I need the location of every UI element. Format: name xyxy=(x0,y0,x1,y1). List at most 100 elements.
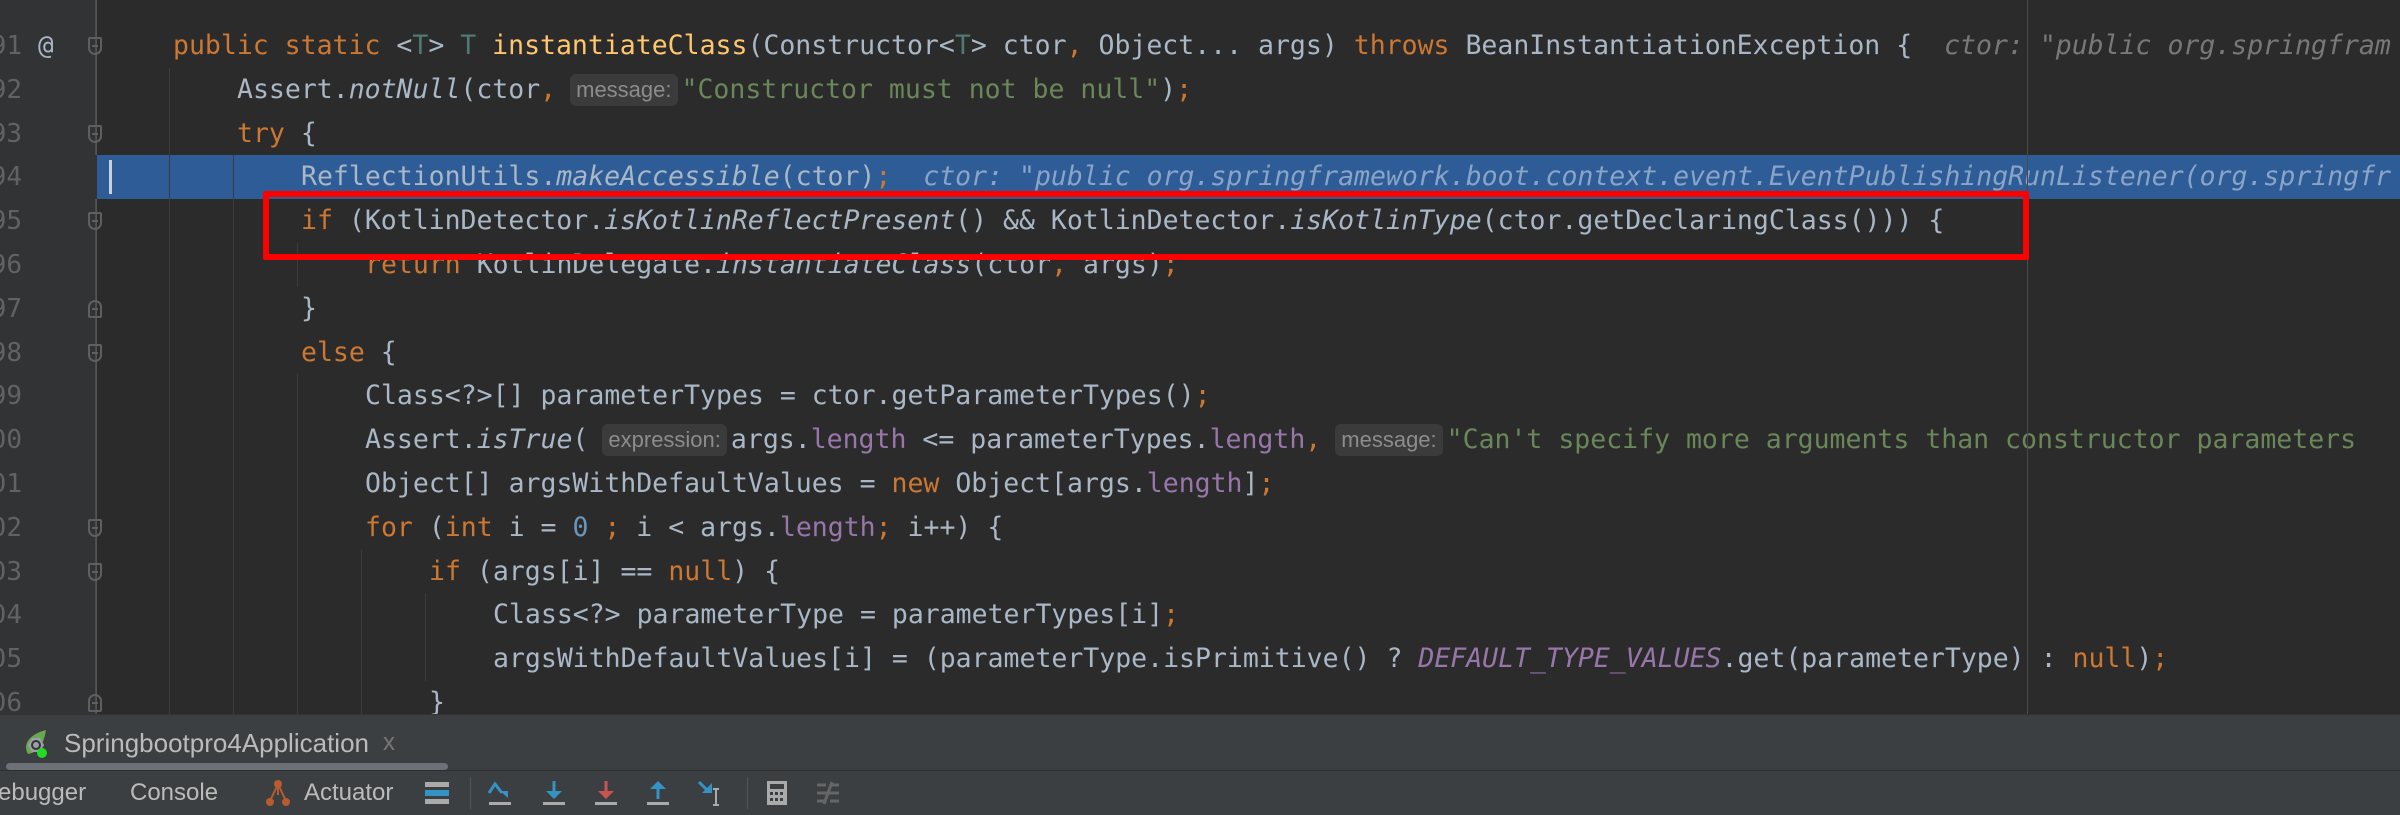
step-out-icon[interactable] xyxy=(644,779,672,807)
tab-console[interactable]: Console xyxy=(130,771,218,815)
code-line[interactable]: 105 argsWithDefaultValues[i] = (parameter… xyxy=(0,637,2400,682)
actuator-icon xyxy=(266,780,290,806)
fold-toggle-icon[interactable] xyxy=(88,212,102,231)
line-number[interactable]: 94 xyxy=(0,155,22,199)
code-line[interactable]: 100 Assert.isTrue(expression:args.length … xyxy=(0,418,2400,463)
code-text[interactable]: argsWithDefaultValues[i] = (parameterTyp… xyxy=(493,637,2168,681)
override-annotation-icon[interactable]: @ xyxy=(38,24,54,68)
fold-toggle-icon[interactable] xyxy=(88,694,102,712)
code-line[interactable]: 92 Assert.notNull(ctor, message:"Construct… xyxy=(0,67,2400,112)
spring-boot-icon xyxy=(26,730,47,758)
fold-toggle-icon[interactable] xyxy=(88,343,102,362)
run-to-cursor-icon[interactable] xyxy=(696,779,724,807)
line-number[interactable]: 99 xyxy=(0,374,22,418)
fold-toggle-icon[interactable] xyxy=(88,124,102,143)
code-text[interactable]: Assert.notNull(ctor, message: "Constructor… xyxy=(237,68,1192,112)
code-line[interactable]: 98 else { xyxy=(0,330,2400,375)
indent-guide xyxy=(297,418,298,463)
indent-guide xyxy=(169,418,170,463)
tab-scrollbar[interactable] xyxy=(6,763,448,770)
force-step-into-icon[interactable] xyxy=(592,779,620,807)
code-token: Assert. xyxy=(237,73,349,105)
line-number[interactable]: 98 xyxy=(0,331,22,375)
code-text[interactable]: public static <T> T instantiateClass(Con… xyxy=(173,24,2391,68)
code-text[interactable]: } xyxy=(429,681,445,714)
trace-stream-icon[interactable] xyxy=(814,779,842,807)
fold-toggle-icon[interactable] xyxy=(88,562,102,581)
code-line[interactable]: 102 for (int i = 0 ; i < args.length; i++… xyxy=(0,505,2400,550)
frames-list-icon[interactable] xyxy=(423,779,451,807)
keyword: null xyxy=(2072,643,2137,675)
code-text[interactable]: Class<?>[] parameterTypes = ctor.getPara… xyxy=(365,374,1211,418)
code-token: ( xyxy=(572,424,589,456)
line-number[interactable]: 91 xyxy=(0,24,22,68)
code-text[interactable]: Class<?> parameterType = parameterTypes[… xyxy=(493,593,1179,637)
code-editor[interactable]: 91 @ public static <T> T instantiateClass(… xyxy=(0,0,2400,714)
tab-actuator[interactable]: Actuator xyxy=(304,771,393,815)
line-number[interactable]: 102 xyxy=(0,506,22,550)
code-line[interactable]: 99 Class<?>[] parameterTypes = ctor.getPa… xyxy=(0,374,2400,419)
line-number[interactable]: 100 xyxy=(0,418,22,462)
code-line[interactable]: 97} xyxy=(0,286,2400,331)
toolbar-separator xyxy=(747,777,748,809)
keyword: ; xyxy=(875,511,908,543)
code-text[interactable]: } xyxy=(301,287,317,331)
indent-guide xyxy=(297,637,298,682)
tab-debugger[interactable]: ebugger xyxy=(0,771,86,815)
code-line[interactable]: 91 @ public static <T> T instantiateClass(… xyxy=(0,24,2400,68)
code-token: ) { xyxy=(732,555,781,587)
indent-guide xyxy=(297,374,298,419)
line-number[interactable]: 95 xyxy=(0,199,22,243)
indent-guide xyxy=(169,681,170,714)
code-token: ( xyxy=(428,511,445,543)
line-number[interactable]: 106 xyxy=(0,681,22,714)
fold-toggle-icon[interactable] xyxy=(88,37,102,55)
indent-guide xyxy=(169,549,170,594)
code-token: i++) { xyxy=(907,511,1004,543)
code-line[interactable]: 101 Object[] argsWithDefaultValues = new … xyxy=(0,462,2400,506)
line-number[interactable]: 93 xyxy=(0,112,22,156)
code-text[interactable]: else { xyxy=(301,331,397,375)
code-text[interactable]: Assert.isTrue(expression: args.length <= … xyxy=(365,418,2356,462)
code-line[interactable]: 93 try { xyxy=(0,111,2400,156)
parameter-hint: message: xyxy=(1335,424,1443,457)
fold-toggle-icon[interactable] xyxy=(88,518,102,537)
code-token: length xyxy=(810,424,907,456)
code-token: makeAccessible xyxy=(556,161,780,193)
indent-guide xyxy=(233,681,234,714)
code-text[interactable]: Object[] argsWithDefaultValues = new Obj… xyxy=(365,462,1274,506)
close-tab-icon[interactable]: x xyxy=(383,729,395,757)
code-token: (Constructor< xyxy=(747,30,955,61)
line-number[interactable]: 104 xyxy=(0,593,22,637)
code-text[interactable]: try { xyxy=(237,112,317,156)
indent-guide xyxy=(233,549,234,594)
indent-guide xyxy=(233,330,234,375)
line-number[interactable]: 105 xyxy=(0,637,22,681)
indent-guide xyxy=(233,418,234,463)
fold-toggle-icon[interactable] xyxy=(88,299,102,318)
indent-guide xyxy=(169,286,170,331)
indent-guide xyxy=(425,593,426,638)
line-number[interactable]: 92 xyxy=(0,68,22,112)
code-token: ) xyxy=(1160,73,1177,105)
line-number[interactable]: 97 xyxy=(0,287,22,331)
line-number[interactable]: 101 xyxy=(0,462,22,506)
keyword: , xyxy=(1305,424,1322,456)
string-literal: "Can't specify more arguments than const… xyxy=(1446,424,2357,456)
code-line[interactable]: 106} xyxy=(0,681,2400,714)
indent-guide xyxy=(297,462,298,506)
code-token: } xyxy=(301,292,317,324)
code-text[interactable]: for (int i = 0 ; i < args.length; i++) { xyxy=(365,506,1003,550)
code-token: length xyxy=(1146,468,1243,499)
code-token: ] xyxy=(1242,468,1259,499)
evaluate-expression-icon[interactable] xyxy=(763,779,791,807)
code-line[interactable]: 104 Class<?> parameterType = parameterTyp… xyxy=(0,593,2400,638)
line-number[interactable]: 103 xyxy=(0,550,22,594)
right-margin-guide xyxy=(2027,0,2028,714)
code-text[interactable]: if (args[i] == null) { xyxy=(429,550,780,594)
code-line[interactable]: 103 if (args[i] == null) { xyxy=(0,549,2400,594)
step-over-icon[interactable] xyxy=(486,779,514,807)
step-into-icon[interactable] xyxy=(540,779,568,807)
code-token: (args[i] == xyxy=(476,555,669,587)
line-number[interactable]: 96 xyxy=(0,243,22,287)
